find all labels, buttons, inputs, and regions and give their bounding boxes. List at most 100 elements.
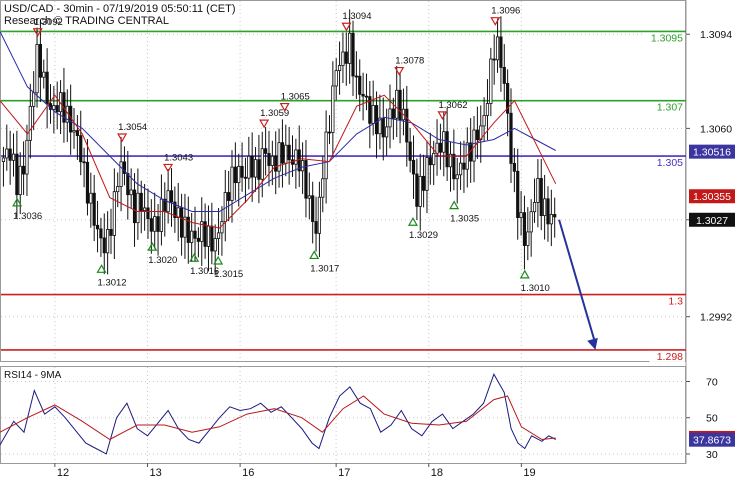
candle-body — [475, 129, 479, 141]
x-tick-label: 18 — [431, 467, 443, 479]
candle-body — [307, 195, 311, 199]
candle-body — [193, 230, 197, 239]
candle-body — [253, 159, 258, 178]
candle-body — [28, 105, 32, 141]
candle-body — [532, 202, 537, 213]
candle-body — [89, 192, 93, 204]
candle-body — [1, 157, 6, 163]
candle-body — [371, 105, 375, 124]
candle-body — [428, 157, 432, 166]
candle-body — [85, 161, 90, 204]
high-marker-label: 1.3096 — [491, 6, 520, 17]
x-tick-label: 16 — [242, 467, 254, 479]
candle-body — [374, 105, 379, 135]
candle-body — [435, 142, 439, 154]
candle-body — [445, 131, 449, 168]
candle-body — [82, 161, 86, 164]
rsi-y-tick-label: 50 — [706, 413, 718, 425]
candle-body — [361, 93, 365, 97]
candle-body — [21, 165, 26, 175]
level-label: 1.307 — [657, 102, 683, 114]
candle-body — [317, 196, 322, 234]
candle-body — [52, 105, 56, 110]
candle-body — [553, 214, 557, 218]
candle-body — [455, 174, 459, 180]
candle-body — [264, 148, 268, 154]
x-tick-label: 17 — [338, 467, 350, 479]
rsi-value-badge-label: 37.8673 — [693, 435, 731, 447]
candle-body — [405, 108, 409, 143]
price-badge-label: 1.3027 — [696, 215, 728, 227]
price-badge-label: 1.30355 — [693, 191, 731, 203]
candle-body — [482, 115, 486, 127]
candle-body — [143, 207, 147, 211]
candle-body — [432, 152, 436, 166]
candle-body — [169, 190, 174, 203]
candle-body — [15, 153, 19, 196]
candle-body — [139, 192, 143, 211]
chart-root: 1.3095 1.307 1.305 1.3 1.298 1.3092 1.3054 1.3… — [0, 0, 735, 480]
candle-body — [179, 207, 184, 238]
candle-body — [391, 108, 395, 119]
candle-body — [92, 192, 96, 226]
candle-body — [270, 155, 274, 166]
candle-body — [210, 225, 214, 252]
candle-body — [381, 117, 385, 138]
y-tick-label: 1.3060 — [700, 123, 732, 135]
candle-body — [11, 153, 16, 161]
candle-body — [284, 144, 288, 164]
x-tick-label: 19 — [523, 467, 535, 479]
price-badge-label: 1.30516 — [693, 147, 731, 159]
low-marker-label: 1.3010 — [521, 283, 550, 294]
candle-body — [519, 212, 523, 218]
candle-body — [334, 70, 338, 87]
high-marker-label: 1.3078 — [395, 56, 424, 67]
candle-body — [32, 92, 36, 107]
candle-body — [438, 142, 443, 153]
candle-body — [294, 149, 298, 165]
candle-body — [485, 103, 490, 116]
high-marker-label: 1.3062 — [438, 100, 467, 111]
candle-body — [546, 198, 550, 225]
low-marker-label: 1.3035 — [450, 214, 479, 225]
candle-body — [452, 153, 456, 180]
low-marker-label: 1.3012 — [98, 277, 127, 288]
candle-body — [190, 230, 194, 243]
candle-body — [348, 32, 352, 64]
candle-body — [287, 144, 291, 161]
candle-body — [492, 58, 496, 61]
candle-body — [277, 142, 281, 172]
candle-body — [354, 75, 358, 78]
candle-body — [529, 211, 533, 233]
candle-body — [516, 170, 520, 218]
candle-body — [425, 157, 429, 191]
y-tick-label: 1.3094 — [700, 29, 732, 41]
candle-body — [415, 173, 419, 207]
candle-body — [95, 224, 100, 230]
candle-body — [458, 162, 463, 176]
candle-body — [237, 165, 241, 184]
high-marker-label: 1.3065 — [281, 92, 310, 103]
candle-body — [499, 36, 503, 68]
candle-body — [102, 237, 106, 254]
candle-body — [149, 218, 153, 232]
candle-body — [220, 221, 224, 234]
candle-body — [159, 198, 164, 232]
candle-body — [274, 155, 278, 172]
candle-body — [324, 131, 328, 180]
candle-body — [522, 212, 527, 246]
candle-body — [364, 95, 369, 98]
candle-body — [321, 178, 325, 198]
candle-body — [112, 191, 116, 236]
candle-body — [418, 175, 422, 207]
candle-body — [126, 173, 130, 196]
candle-body — [267, 153, 271, 166]
high-marker-label: 1.3054 — [118, 122, 147, 133]
candle-body — [398, 89, 402, 121]
candle-body — [35, 44, 39, 94]
candle-body — [250, 155, 254, 178]
candle-body — [240, 165, 244, 178]
candle-body — [216, 232, 221, 239]
candle-body — [337, 65, 342, 72]
level-label: 1.3 — [668, 296, 683, 308]
